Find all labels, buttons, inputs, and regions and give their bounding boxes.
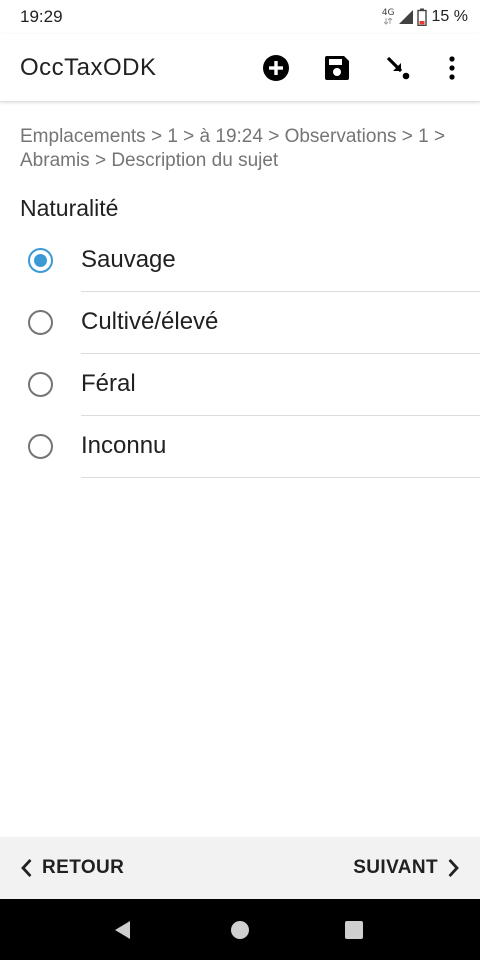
status-indicators: 4G 15 %	[382, 4, 468, 30]
next-button[interactable]: SUIVANT	[353, 837, 460, 899]
app-bar: OccTaxODK	[0, 34, 480, 102]
radio-button[interactable]	[28, 434, 53, 459]
system-back-button[interactable]	[109, 916, 137, 944]
option-label: Inconnu	[81, 432, 167, 459]
status-bar: 19:29 4G 15 %	[0, 0, 480, 34]
circle-home-icon	[231, 921, 249, 939]
question-label: Naturalité	[20, 195, 119, 221]
option-inconnu[interactable]: Inconnu	[0, 416, 480, 478]
radio-dot	[33, 253, 47, 267]
more-vert-icon	[449, 56, 455, 80]
system-recents-button[interactable]	[340, 916, 368, 944]
signal-icon	[398, 10, 413, 24]
chevron-right-icon	[448, 859, 459, 877]
app-title: OccTaxODK	[20, 54, 157, 81]
option-sauvage[interactable]: Sauvage	[0, 230, 480, 292]
network-type-icon: 4G	[382, 9, 395, 25]
breadcrumb: Emplacements > 1 > à 19:24 > Observation…	[20, 126, 446, 171]
battery-percentage: 15 %	[431, 8, 468, 25]
option-label: Sauvage	[81, 246, 176, 273]
add-repeat-button[interactable]	[256, 48, 296, 88]
system-home-button[interactable]	[226, 916, 254, 944]
chevron-left-icon	[21, 859, 32, 877]
option-label: Cultivé/élevé	[81, 308, 219, 335]
triangle-back-icon	[115, 921, 130, 939]
overflow-menu-button[interactable]	[432, 48, 472, 88]
radio-button-selected[interactable]	[28, 248, 53, 273]
radio-group: Sauvage Cultivé/élevé Féral Inconnu	[0, 230, 480, 478]
back-label: RETOUR	[42, 857, 125, 878]
option-feral[interactable]: Féral	[0, 354, 480, 416]
jump-to-button[interactable]	[378, 48, 418, 88]
radio-button[interactable]	[28, 310, 53, 335]
data-arrows-icon	[383, 18, 393, 25]
option-label: Féral	[81, 370, 136, 397]
status-time: 19:29	[20, 7, 63, 26]
next-label: SUIVANT	[353, 857, 438, 878]
jump-to-icon	[386, 56, 410, 80]
save-button[interactable]	[317, 48, 357, 88]
form-navigation-bar: RETOUR SUIVANT	[0, 837, 480, 899]
divider	[81, 477, 480, 478]
form-content: Emplacements > 1 > à 19:24 > Observation…	[0, 103, 480, 837]
save-icon	[325, 56, 349, 80]
battery-icon	[416, 8, 427, 26]
option-cultive-eleve[interactable]: Cultivé/élevé	[0, 292, 480, 354]
back-button[interactable]: RETOUR	[20, 837, 124, 899]
system-navigation-bar	[0, 899, 480, 960]
add-circle-icon	[263, 55, 289, 81]
square-recents-icon	[345, 921, 363, 939]
radio-button[interactable]	[28, 372, 53, 397]
network-type-label: 4G	[381, 8, 395, 18]
